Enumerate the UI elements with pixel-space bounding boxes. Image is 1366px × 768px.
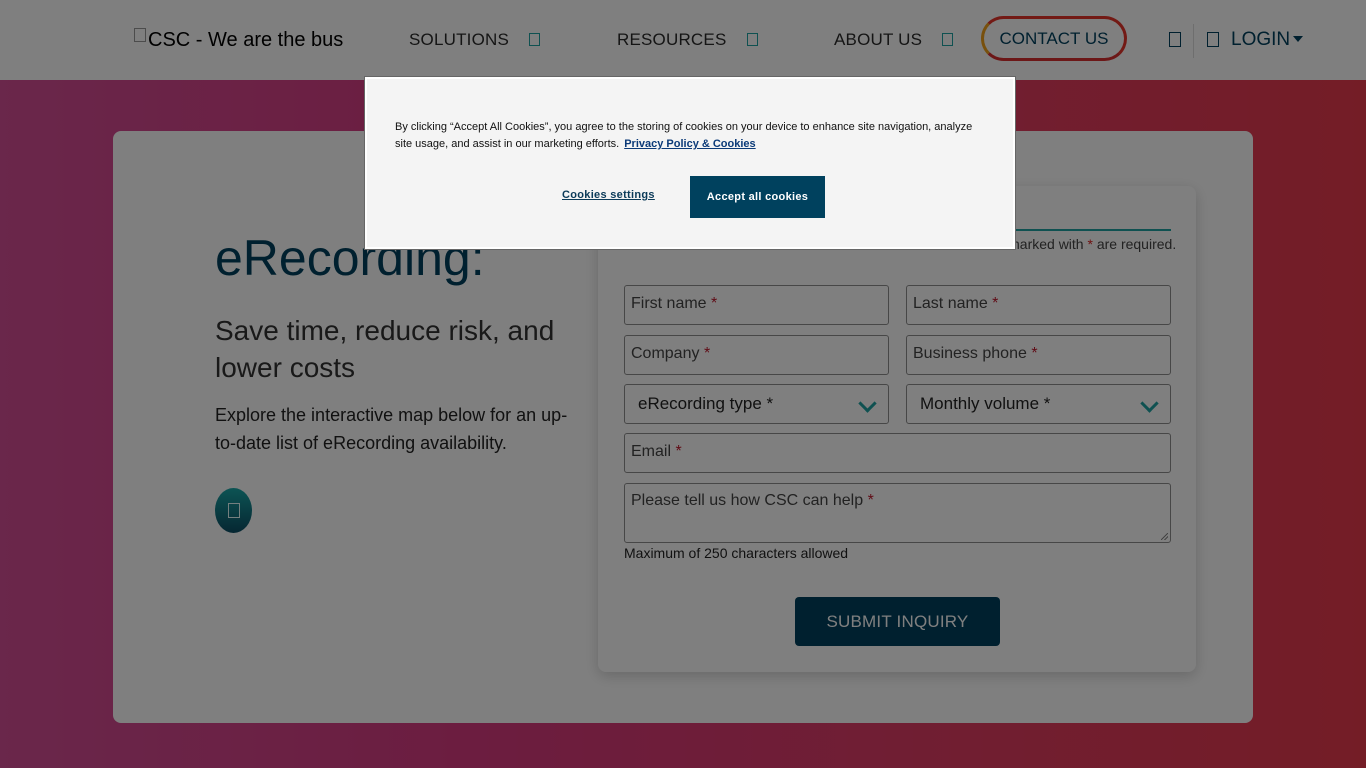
privacy-policy-link[interactable]: Privacy Policy & Cookies [624, 138, 755, 150]
cookies-settings-button[interactable]: Cookies settings [562, 189, 655, 201]
accept-all-cookies-button[interactable]: Accept all cookies [690, 176, 825, 218]
cookie-consent-dialog: By clicking “Accept All Cookies”, you ag… [365, 77, 1015, 249]
cookie-consent-text: By clicking “Accept All Cookies”, you ag… [395, 119, 985, 153]
